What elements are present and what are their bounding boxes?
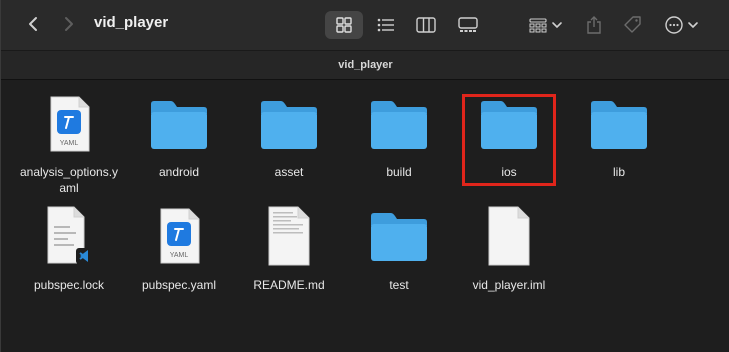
folder-lib[interactable]: lib <box>564 80 674 180</box>
file-label: build <box>386 165 412 179</box>
file-label: test <box>389 278 409 292</box>
folder-icon <box>369 100 429 150</box>
column-view-icon[interactable] <box>411 11 441 39</box>
file-label-line1: analysis_options.y <box>19 165 119 179</box>
folder-icon <box>149 100 209 150</box>
file-label: android <box>158 165 200 179</box>
folder-android[interactable]: android <box>124 80 234 180</box>
folder-test[interactable]: test <box>344 204 454 304</box>
file-label: lib <box>612 165 625 179</box>
finder-window: vid_player vid_player YAML analysis_opti… <box>0 0 729 352</box>
file-label-line2: aml <box>59 181 79 195</box>
list-view-icon[interactable] <box>371 11 401 39</box>
markdown-file-icon <box>266 206 312 266</box>
path-bar-label: vid_player <box>338 59 393 71</box>
lock-file-icon <box>44 206 94 266</box>
file-label: pubspec.lock <box>33 278 105 292</box>
share-icon[interactable] <box>581 11 607 39</box>
folder-icon <box>369 212 429 262</box>
folder-asset[interactable]: asset <box>234 80 344 180</box>
file-pubspec-lock[interactable]: pubspec.lock <box>14 204 124 304</box>
folder-icon <box>589 100 649 150</box>
yaml-file-icon: YAML <box>47 96 91 152</box>
yaml-file-icon: YAML <box>157 208 201 264</box>
path-bar: vid_player <box>1 50 729 80</box>
forward-icon[interactable] <box>57 13 79 35</box>
tag-icon[interactable] <box>619 11 647 39</box>
file-grid: YAML analysis_options.y aml android asse… <box>1 80 729 352</box>
gallery-view-icon[interactable] <box>453 11 483 39</box>
more-actions-icon[interactable] <box>661 11 703 39</box>
file-label: README.md <box>253 278 325 292</box>
icon-view-icon[interactable] <box>325 11 363 39</box>
file-label: asset <box>274 165 304 179</box>
file-analysis-options-yaml[interactable]: YAML analysis_options.y aml <box>14 80 124 200</box>
file-pubspec-yaml[interactable]: YAML pubspec.yaml <box>124 204 234 304</box>
folder-icon <box>259 100 319 150</box>
highlight-box <box>462 94 556 186</box>
svg-text:YAML: YAML <box>170 252 189 259</box>
document-file-icon <box>486 206 532 266</box>
file-label: pubspec.yaml <box>141 278 217 292</box>
file-readme-md[interactable]: README.md <box>234 204 344 304</box>
file-vid-player-iml[interactable]: vid_player.iml <box>454 204 564 304</box>
file-label: vid_player.iml <box>472 278 546 292</box>
svg-text:YAML: YAML <box>60 140 79 147</box>
group-icon[interactable] <box>525 11 567 39</box>
back-icon[interactable] <box>23 13 45 35</box>
folder-build[interactable]: build <box>344 80 454 180</box>
toolbar: vid_player <box>1 0 729 50</box>
window-title: vid_player <box>94 14 169 31</box>
